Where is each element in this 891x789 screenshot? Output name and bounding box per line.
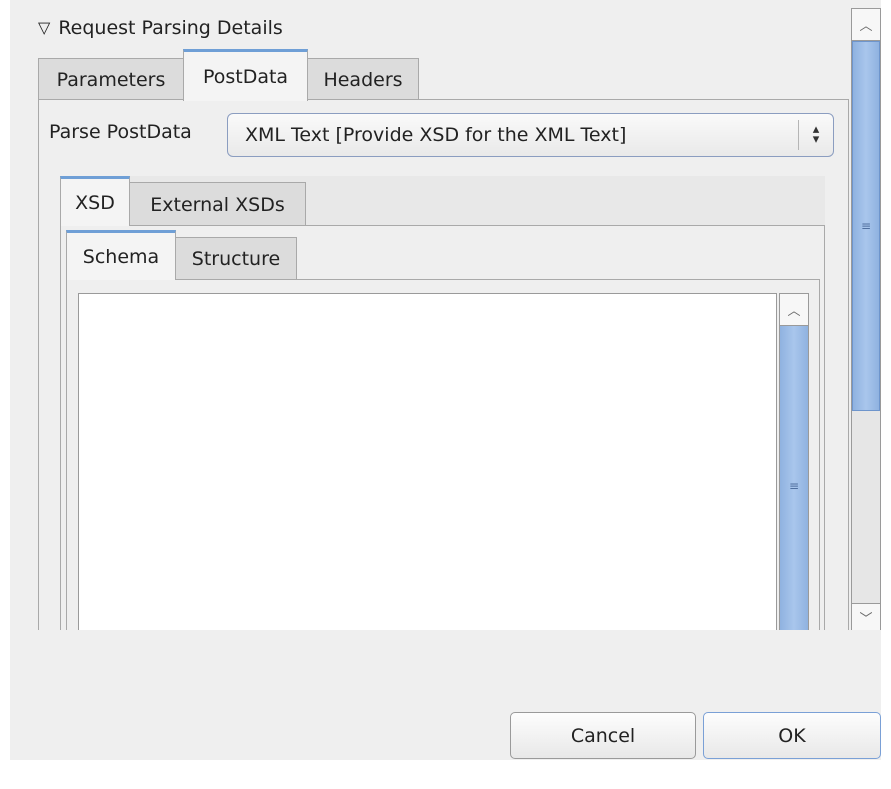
ok-label: OK — [778, 724, 806, 747]
tab-structure[interactable]: Structure — [175, 237, 297, 280]
tab-label: Parameters — [56, 68, 166, 91]
scroll-thumb[interactable]: ≡ — [780, 326, 808, 646]
schema-text-area[interactable] — [78, 293, 777, 638]
chevron-down-icon[interactable]: ﹀ — [852, 603, 880, 631]
parse-postdata-select[interactable]: XML Text [Provide XSD for the XML Text] … — [227, 113, 834, 157]
cancel-button[interactable]: Cancel — [510, 712, 696, 759]
chevron-up-icon[interactable]: ︿ — [780, 294, 808, 326]
section-header[interactable]: ▽ Request Parsing Details — [38, 14, 283, 42]
bottom-margin — [0, 760, 891, 789]
tab-label: Structure — [191, 248, 281, 270]
scroll-thumb[interactable]: ≡ — [852, 41, 880, 411]
tab-label: PostData — [202, 65, 289, 88]
schema-scrollbar[interactable]: ︿ ≡ — [779, 293, 809, 646]
chevron-up-icon[interactable]: ︿ — [852, 9, 880, 41]
grip-icon: ≡ — [860, 219, 872, 233]
section-title: Request Parsing Details — [58, 17, 283, 39]
cancel-label: Cancel — [570, 724, 636, 747]
tab-label: XSD — [75, 191, 115, 214]
tab-label: External XSDs — [150, 193, 285, 216]
triangle-down-icon[interactable]: ▽ — [38, 20, 50, 36]
page-scrollbar[interactable]: ︿ ≡ ﹀ — [851, 8, 881, 632]
parse-postdata-label: Parse PostData — [49, 121, 192, 143]
ok-button[interactable]: OK — [703, 712, 881, 759]
updown-arrows-icon: ▴ ▾ — [812, 122, 820, 147]
tab-label: Schema — [82, 245, 160, 268]
tab-schema[interactable]: Schema — [66, 230, 176, 280]
tab-postdata[interactable]: PostData — [183, 49, 308, 101]
tab-external-xsds[interactable]: External XSDs — [129, 182, 306, 226]
parse-postdata-value: XML Text [Provide XSD for the XML Text] — [245, 124, 627, 146]
grip-icon: ≡ — [788, 479, 800, 493]
tab-headers[interactable]: Headers — [307, 58, 419, 100]
tab-label: Headers — [323, 68, 403, 91]
tab-xsd[interactable]: XSD — [60, 176, 130, 226]
tab-parameters[interactable]: Parameters — [38, 58, 184, 100]
